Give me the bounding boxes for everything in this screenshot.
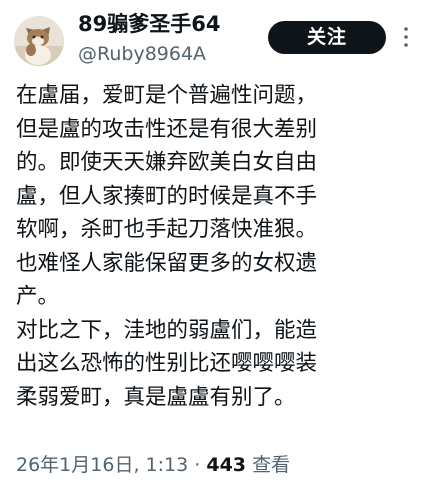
tweet-text-line: 的。即使天天嫌弃欧美白女自由: [16, 150, 318, 175]
meta-separator: ·: [194, 454, 201, 476]
tweet-text-line: 对比之下，洼地的弱盧们，能造: [16, 317, 318, 343]
tweet-text-line: 柔弱爱町，真是盧盧有别了。: [16, 384, 296, 410]
views-label: 查看: [252, 454, 291, 476]
user-handle[interactable]: @Ruby8964A: [78, 41, 206, 67]
tweet-text-line: 也难怪人家能保留更多的女权遗: [16, 250, 318, 276]
views-count: 443: [206, 454, 247, 476]
display-name[interactable]: 89骟爹圣手64: [78, 10, 220, 38]
follow-button[interactable]: 关注: [268, 21, 386, 54]
tweet-text: 在盧届，爱町是个普遍性问题， 但是盧的攻击性还是有很大差别 的。即使天天嫌弃欧美…: [16, 79, 421, 414]
tweet-timestamp[interactable]: 26年1月16日, 1:13: [16, 454, 188, 476]
tweet-text-line: 产。: [16, 284, 60, 309]
tweet-text-line: 出这么恐怖的性别比还嘤嘤嘤装: [16, 351, 318, 376]
more-vertical-icon[interactable]: [402, 26, 410, 48]
tweet-text-line: 但是盧的攻击性还是有很大差别: [16, 116, 318, 142]
tweet-text-line: 在盧届，爱町是个普遍性问题，: [16, 83, 318, 108]
cat-avatar-icon: [14, 16, 64, 66]
tweet-meta: 26年1月16日, 1:13 · 443 查看: [16, 452, 290, 478]
tweet-text-line: 盧，但人家揍町的时候是真不手: [16, 183, 318, 209]
tweet-text-line: 软啊，杀町也手起刀落快准狠。: [16, 217, 318, 242]
avatar[interactable]: [14, 16, 64, 66]
